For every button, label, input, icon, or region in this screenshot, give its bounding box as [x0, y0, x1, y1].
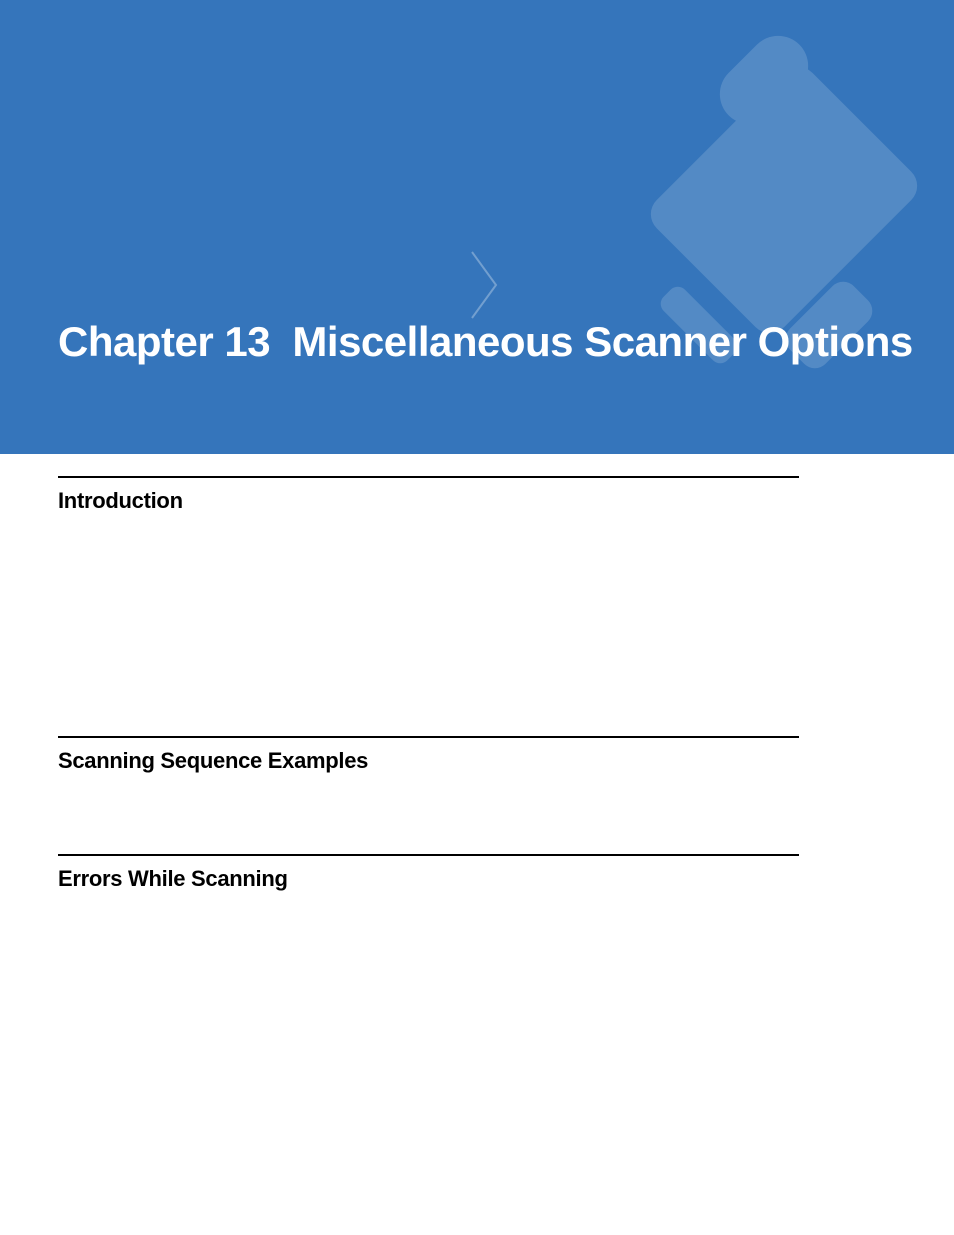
section-divider [58, 476, 799, 478]
section-heading: Errors While Scanning [58, 866, 799, 892]
scanner-graphic-icon [554, 0, 954, 454]
spacer [58, 774, 799, 832]
spacer [58, 514, 799, 714]
section-errors: Errors While Scanning [58, 854, 799, 892]
section-scanning-sequence: Scanning Sequence Examples [58, 736, 799, 774]
chapter-banner: Chapter 13 Miscellaneous Scanner Options [0, 0, 954, 454]
section-divider [58, 854, 799, 856]
section-introduction: Introduction [58, 476, 799, 514]
section-heading: Introduction [58, 488, 799, 514]
chapter-title: Chapter 13 Miscellaneous Scanner Options [58, 318, 913, 366]
page-content: Introduction Scanning Sequence Examples … [0, 476, 954, 892]
chevron-right-icon [470, 250, 500, 320]
section-divider [58, 736, 799, 738]
chapter-name: Miscellaneous Scanner Options [292, 318, 912, 365]
section-heading: Scanning Sequence Examples [58, 748, 799, 774]
chapter-label: Chapter 13 [58, 318, 270, 365]
